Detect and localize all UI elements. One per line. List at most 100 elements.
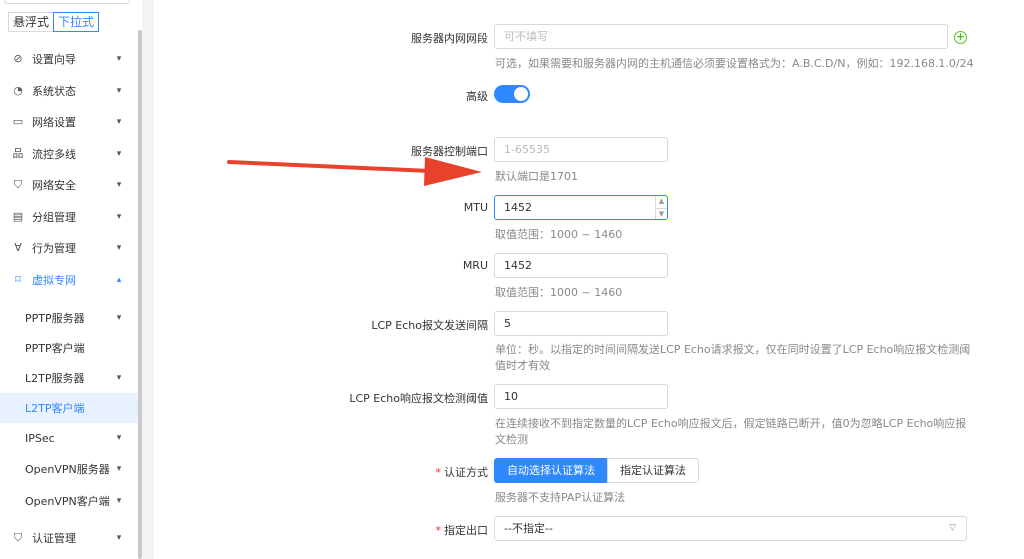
- mru-hint: 取值范围：1000 ~ 1460: [495, 286, 623, 299]
- port-hint: 默认端口是1701: [495, 170, 578, 183]
- exit-label: * 指定出口: [158, 522, 489, 538]
- monitor-icon: ▭: [12, 115, 24, 128]
- sidebar-item-label: 流控多线: [32, 148, 76, 161]
- port-label: 服务器控制端口: [411, 145, 488, 158]
- auth-label: * 认证方式: [158, 464, 489, 480]
- lcp-threshold-hint-line2: 文检测: [495, 433, 528, 446]
- sidebar-subitem-ipsec[interactable]: IPSec ▾: [0, 423, 138, 453]
- sidebar-item-setup-wizard[interactable]: ⊘ 设置向导 ▾: [0, 44, 138, 74]
- mtu-hint: 取值范围：1000 ~ 1460: [495, 228, 623, 241]
- chevron-down-icon: ▾: [116, 496, 122, 506]
- sidebar-subitem-label: OpenVPN服务器: [25, 463, 110, 476]
- toggle-knob: [514, 87, 528, 101]
- network-icon: 品: [12, 147, 24, 160]
- stepper-down-icon[interactable]: ▼: [656, 207, 667, 220]
- chevron-down-icon: ▾: [116, 533, 122, 543]
- sidebar-item-behavior-management[interactable]: ∀ 行为管理 ▾: [0, 233, 138, 263]
- sidebar-subitem-openvpn-client[interactable]: OpenVPN客户端 ▾: [0, 486, 138, 516]
- shield-check-icon: ⛉: [13, 531, 23, 544]
- chevron-down-icon: ▾: [116, 433, 122, 443]
- sidebar-subitem-openvpn-server[interactable]: OpenVPN服务器 ▾: [0, 454, 138, 484]
- sidebar-item-label: 虚拟专网: [32, 274, 76, 287]
- lcp-interval-input[interactable]: 5: [494, 311, 668, 336]
- sidebar-top-box: [4, 0, 130, 4]
- sidebar-item-label: 认证管理: [32, 532, 76, 545]
- sidebar-subitem-pptp-server[interactable]: PPTP服务器 ▾: [0, 303, 138, 333]
- required-mark: *: [435, 524, 442, 537]
- sidebar-item-label: 设置向导: [32, 53, 76, 66]
- sidebar-subitem-pptp-client[interactable]: PPTP客户端: [0, 333, 138, 363]
- chevron-down-icon: ▾: [116, 54, 122, 64]
- mode-floating-button[interactable]: 悬浮式: [8, 12, 55, 32]
- auth-auto-button[interactable]: 自动选择认证算法: [494, 458, 608, 483]
- sidebar-subitem-l2tp-server[interactable]: L2TP服务器 ▾: [0, 363, 138, 393]
- sidebar: 悬浮式 下拉式 ⊘ 设置向导 ▾ ◔ 系统状态 ▾ ▭ 网络设置 ▾ 品 流控多…: [0, 0, 141, 559]
- compass-icon: ⊘: [13, 52, 23, 65]
- exit-select-value: --不指定--: [504, 522, 553, 535]
- sidebar-item-group-management[interactable]: ▤ 分组管理 ▾: [0, 202, 138, 232]
- chevron-down-icon: ▾: [116, 86, 122, 96]
- lcp-threshold-input[interactable]: 10: [494, 384, 668, 409]
- chevron-down-icon: ▾: [116, 464, 122, 474]
- sidebar-subitem-label: OpenVPN客户端: [25, 495, 110, 508]
- lcp-interval-hint-line2: 值时才有效: [495, 359, 550, 372]
- sidebar-item-auth-management[interactable]: ⛉ 认证管理 ▾: [0, 523, 138, 553]
- sidebar-subitem-label: L2TP客户端: [25, 402, 85, 415]
- mtu-stepper[interactable]: ▲ ▼: [655, 196, 667, 219]
- sidebar-item-network-security[interactable]: ⛉ 网络安全 ▾: [0, 170, 138, 200]
- lcp-interval-hint-line1: 单位：秒。以指定的时间间隔发送LCP Echo请求报文，仅在同时设置了LCP E…: [495, 343, 971, 356]
- sidebar-item-network-settings[interactable]: ▭ 网络设置 ▾: [0, 107, 138, 137]
- subnet-input[interactable]: 可不填写: [494, 24, 948, 49]
- sidebar-item-label: 行为管理: [32, 242, 76, 255]
- mru-label: MRU: [462, 259, 488, 272]
- sidebar-subitem-label: PPTP客户端: [25, 342, 85, 355]
- sidebar-gutter: [142, 0, 154, 559]
- shield-icon: ⛉: [13, 178, 23, 191]
- advanced-label: 高级: [466, 90, 488, 103]
- sidebar-subitem-label: PPTP服务器: [25, 312, 85, 325]
- subnet-label: 服务器内网网段: [411, 32, 488, 45]
- sidebar-item-label: 分组管理: [32, 211, 76, 224]
- sidebar-subitem-label: IPSec: [25, 431, 55, 445]
- sidebar-subitem-l2tp-client[interactable]: L2TP客户端: [0, 393, 141, 423]
- lcp-interval-label: LCP Echo报文发送间隔: [371, 319, 488, 332]
- subnet-hint: 可选，如果需要和服务器内网的主机通信必须要设置格式为：A.B.C.D/N，例如：…: [495, 57, 974, 70]
- menu-mode-switch: 悬浮式 下拉式: [8, 12, 100, 32]
- chevron-down-icon: ▾: [116, 373, 122, 383]
- lcp-threshold-hint-line1: 在连续接收不到指定数量的LCP Echo响应报文后，假定链路已断开，值0为忽略L…: [495, 417, 967, 430]
- chevron-up-icon: ▴: [116, 275, 122, 285]
- chevron-down-icon: ▾: [116, 117, 122, 127]
- dashboard-icon: ◔: [13, 84, 23, 97]
- exit-select[interactable]: --不指定-- ▽: [494, 516, 967, 541]
- sidebar-subitem-label: L2TP服务器: [25, 372, 85, 385]
- sidebar-item-label: 网络设置: [32, 116, 76, 129]
- auth-label-text: 认证方式: [444, 466, 488, 479]
- port-input[interactable]: 1-65535: [494, 137, 668, 162]
- lcp-threshold-label: LCP Echo响应报文检测阈值: [349, 392, 488, 405]
- mtu-value: 1452: [504, 201, 532, 214]
- auth-hint: 服务器不支持PAP认证算法: [495, 491, 626, 504]
- sidebar-item-label: 网络安全: [32, 179, 76, 192]
- add-subnet-icon[interactable]: +: [954, 31, 967, 44]
- required-mark: *: [435, 466, 442, 479]
- mru-input[interactable]: 1452: [494, 253, 668, 278]
- exit-label-text: 指定出口: [444, 524, 488, 537]
- auth-manual-button[interactable]: 指定认证算法: [607, 458, 699, 483]
- mtu-input[interactable]: 1452 ▲ ▼: [494, 195, 668, 220]
- sidebar-item-flow-control[interactable]: 品 流控多线 ▾: [0, 139, 138, 169]
- sidebar-item-label: 系统状态: [32, 85, 76, 98]
- chevron-down-icon: ▾: [116, 243, 122, 253]
- advanced-toggle[interactable]: [494, 85, 530, 103]
- sidebar-item-vpn[interactable]: ⌑ 虚拟专网 ▴: [0, 265, 138, 295]
- filter-icon: ∀: [14, 241, 22, 254]
- chevron-down-icon: ▽: [949, 523, 956, 533]
- chevron-down-icon: ▾: [116, 149, 122, 159]
- vpn-icon: ⌑: [15, 273, 21, 286]
- mode-dropdown-button[interactable]: 下拉式: [53, 12, 100, 32]
- sidebar-item-system-status[interactable]: ◔ 系统状态 ▾: [0, 76, 138, 106]
- stepper-up-icon[interactable]: ▲: [656, 196, 667, 208]
- chevron-down-icon: ▾: [116, 313, 122, 323]
- auth-method-group: 自动选择认证算法 指定认证算法: [494, 458, 699, 483]
- mtu-label: MTU: [463, 201, 488, 214]
- form-panel: 服务器内网网段 可不填写 + 可选，如果需要和服务器内网的主机通信必须要设置格式…: [154, 0, 1024, 559]
